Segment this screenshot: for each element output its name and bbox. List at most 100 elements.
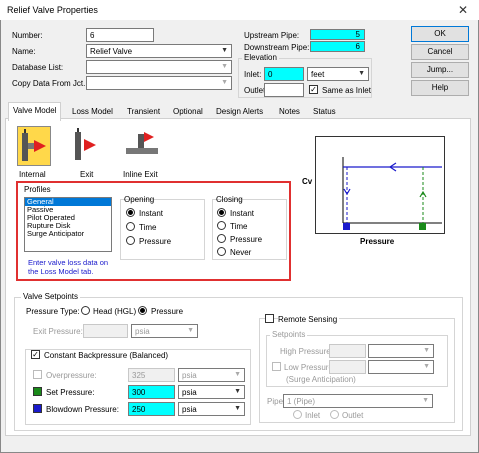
same-as-inlet-checkbox[interactable]: ✓ (309, 85, 318, 94)
blowdown-pressure-color-swatch (33, 404, 42, 413)
inlet-elevation-input[interactable]: 0 (264, 67, 304, 81)
help-button[interactable]: Help (411, 80, 469, 96)
constant-backpressure-checkbox[interactable]: ✓ (31, 350, 40, 359)
elevation-unit-select[interactable]: feet ▼ (307, 67, 369, 81)
name-select-value: Relief Valve (90, 47, 133, 56)
closing-time-radio[interactable] (217, 221, 226, 230)
inline-exit-valve-button[interactable] (124, 126, 160, 166)
closing-never-radio[interactable] (217, 247, 226, 256)
cancel-button[interactable]: Cancel (411, 44, 469, 60)
tab-valve-model[interactable]: Valve Model (8, 102, 62, 121)
profiles-label: Profiles (24, 185, 51, 194)
remote-sensing-checkbox[interactable] (265, 314, 274, 323)
opening-instant-label: Instant (139, 209, 164, 218)
remote-outlet-radio[interactable] (330, 410, 339, 419)
set-pressure-input[interactable]: 300 (128, 385, 175, 399)
window-title: Relief Valve Properties (7, 5, 98, 15)
tab-optional[interactable]: Optional (169, 104, 207, 120)
blowdown-pressure-unit-select[interactable]: psia ▼ (178, 402, 245, 416)
blowdown-pressure-input[interactable]: 250 (128, 402, 175, 416)
graph-y-label: Cv (302, 177, 313, 186)
exit-pressure-unit-select[interactable]: psia ▼ (131, 324, 198, 338)
opening-instant-radio[interactable] (126, 208, 135, 217)
overpressure-checkbox[interactable] (33, 370, 42, 379)
list-item[interactable]: Surge Anticipator (25, 230, 111, 238)
set-marker (419, 223, 426, 230)
remote-inlet-radio[interactable] (293, 410, 302, 419)
chevron-down-icon: ▼ (187, 327, 194, 334)
pressure-radio[interactable] (138, 306, 147, 315)
chevron-down-icon: ▼ (423, 363, 430, 370)
head-hgl-radio[interactable] (81, 306, 90, 315)
opening-label: Opening (124, 195, 155, 204)
tab-notes[interactable]: Notes (275, 104, 304, 120)
inline-exit-valve-icon (126, 132, 158, 154)
jump-button[interactable]: Jump... (411, 62, 469, 78)
set-pressure-label: Set Pressure: (46, 388, 95, 397)
closing-pressure-label: Pressure (230, 235, 263, 244)
exit-valve-icon (75, 128, 96, 160)
chevron-down-icon: ▼ (221, 79, 228, 86)
internal-valve-label: Internal (19, 170, 46, 179)
opening-pressure-radio[interactable] (126, 236, 135, 245)
exit-pressure-label: Exit Pressure: (33, 327, 83, 336)
high-pressure-input[interactable] (329, 344, 366, 358)
low-pressure-checkbox[interactable] (272, 362, 281, 371)
opening-time-label: Time (139, 223, 157, 232)
closing-label: Closing (216, 195, 243, 204)
copy-data-select[interactable]: ▼ (86, 76, 232, 90)
number-input[interactable]: 6 (86, 28, 154, 42)
closing-instant-radio[interactable] (217, 208, 226, 217)
exit-valve-label: Exit (80, 170, 94, 179)
closing-pressure-radio[interactable] (217, 234, 226, 243)
overpressure-unit-select[interactable]: psia ▼ (178, 368, 245, 382)
closing-never-label: Never (230, 248, 252, 257)
surge-anticipation-label: (Surge Anticipation) (286, 375, 356, 384)
database-list-select[interactable]: ▼ (86, 60, 232, 74)
chevron-down-icon: ▼ (234, 371, 241, 378)
upstream-pipe-value[interactable]: 5 (310, 29, 365, 40)
upstream-pipe-label: Upstream Pipe: (244, 31, 300, 40)
database-list-label: Database List: (12, 63, 64, 72)
constant-backpressure-label: Constant Backpressure (Balanced) (44, 351, 171, 360)
same-as-inlet-label: Same as Inlet (322, 86, 371, 95)
tab-transient[interactable]: Transient (123, 104, 164, 120)
opening-time-radio[interactable] (126, 222, 135, 231)
outlet-elevation-input[interactable] (264, 83, 304, 97)
chevron-down-icon: ▼ (221, 47, 228, 54)
exit-pressure-unit-value: psia (135, 327, 150, 336)
exit-valve-button[interactable] (70, 126, 104, 166)
remote-outlet-label: Outlet (342, 411, 364, 420)
low-pressure-unit-select[interactable]: ▼ (368, 360, 434, 374)
close-button[interactable]: ✕ (452, 2, 474, 18)
overpressure-label: Overpressure: (46, 371, 97, 380)
number-label: Number: (12, 31, 43, 40)
tab-design-alerts[interactable]: Design Alerts (212, 104, 267, 120)
remote-sensing-label: Remote Sensing (278, 315, 340, 324)
exit-pressure-input[interactable] (83, 324, 128, 338)
overpressure-input[interactable]: 325 (128, 368, 175, 382)
chevron-down-icon: ▼ (422, 397, 429, 404)
profiles-note: Enter valve loss data on the Loss Model … (28, 258, 109, 276)
tab-bar: Valve Model Loss Model Transient Optiona… (5, 102, 471, 121)
pressure-radio-label: Pressure (151, 307, 184, 316)
tab-loss-model[interactable]: Loss Model (68, 104, 117, 120)
valve-curve-svg (342, 157, 442, 230)
downstream-pipe-value[interactable]: 6 (310, 41, 365, 52)
chevron-down-icon: ▼ (358, 70, 365, 77)
profiles-list[interactable]: General Passive Pilot Operated Rupture D… (24, 197, 112, 252)
tab-status[interactable]: Status (309, 104, 340, 120)
name-select[interactable]: Relief Valve ▼ (86, 44, 232, 58)
set-pressure-unit-value: psia (182, 388, 197, 397)
internal-valve-button[interactable] (17, 126, 51, 166)
set-pressure-unit-select[interactable]: psia ▼ (178, 385, 245, 399)
elevation-unit-value: feet (311, 70, 325, 79)
pipe-select[interactable]: 1 (Pipe) ▼ (283, 394, 433, 408)
remote-setpoints-label: Setpoints (270, 330, 308, 339)
head-hgl-label: Head (HGL) (93, 307, 137, 316)
ok-button[interactable]: OK (411, 26, 469, 42)
set-pressure-color-swatch (33, 387, 42, 396)
blowdown-pressure-label: Blowdown Pressure: (46, 405, 119, 414)
high-pressure-unit-select[interactable]: ▼ (368, 344, 434, 358)
low-pressure-input[interactable] (329, 360, 366, 374)
